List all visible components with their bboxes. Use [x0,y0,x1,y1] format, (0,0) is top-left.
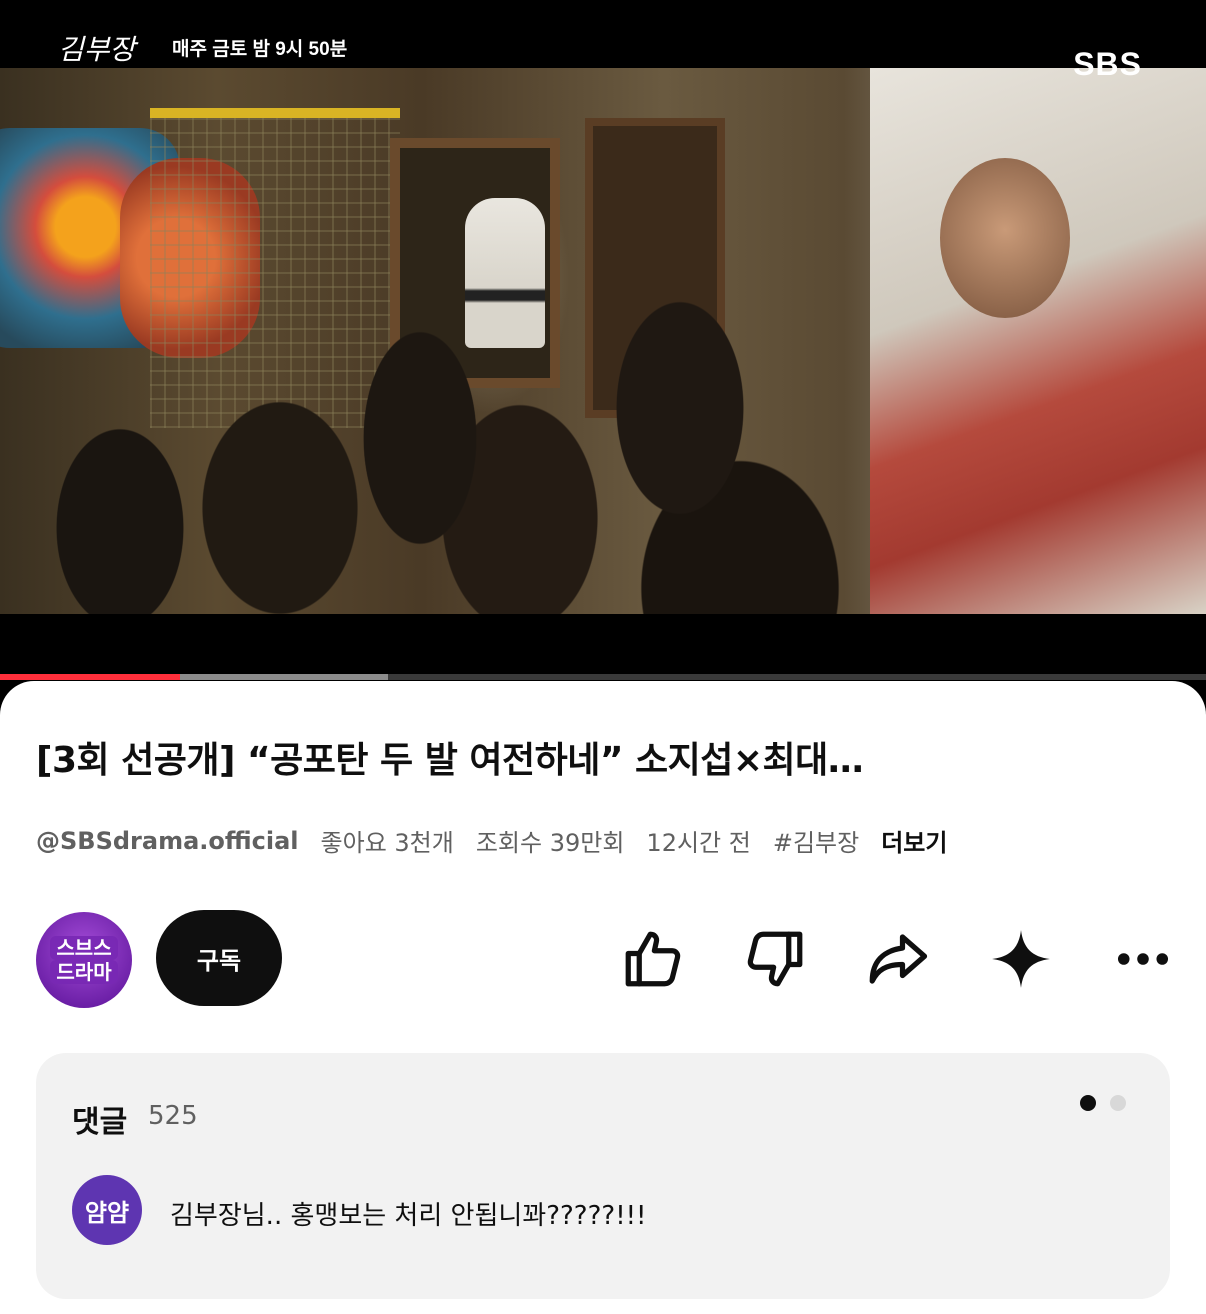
poster-face-shape [940,158,1070,318]
progress-bar[interactable] [0,674,1206,680]
avatar-line: 드라마 [50,960,118,984]
video-frame[interactable] [0,68,1206,614]
like-count: 좋아요 3천개 [320,829,454,857]
more-actions-button[interactable] [1108,924,1178,994]
sparkle-icon [992,930,1050,988]
show-logo: 김부장 [58,33,136,66]
channel-avatar[interactable]: 스브스 드라마 [36,912,132,1008]
share-arrow-icon [869,934,928,984]
video-details-sheet: [3회 선공개] “공포탄 두 발 여전하네” 소지섭×최대… @SBSdram… [0,681,1206,1314]
subscribe-button[interactable]: 구독 [156,910,282,1006]
thumbs-down-icon [747,931,803,987]
comments-count: 525 [148,1101,198,1131]
dislike-button[interactable] [740,924,810,994]
ask-ai-button[interactable] [986,924,1056,994]
more-horizontal-icon [1117,953,1169,965]
video-title[interactable]: [3회 선공개] “공포탄 두 발 여전하네” 소지섭×최대… [36,731,1170,783]
progress-played [0,674,180,680]
view-count: 조회수 39만회 [475,829,625,857]
channel-handle[interactable]: @SBSdrama.official [36,827,299,855]
comments-label: 댓글 [72,1105,128,1140]
thumbs-up-icon [625,931,681,987]
carousel-dot[interactable] [1110,1095,1126,1111]
crowd-shape [0,268,900,614]
share-button[interactable] [862,924,932,994]
video-meta[interactable]: @SBSdrama.official 좋아요 3천개 조회수 39만회 12시간… [36,823,947,858]
more-description-button[interactable]: 더보기 [881,823,947,858]
hashtag-link[interactable]: #김부장 [773,823,859,858]
commenter-avatar[interactable]: 얌얌 [72,1175,142,1245]
top-comment-text: 김부장님.. 홍맹보는 처리 안됩니꽈?????!!! [170,1201,647,1231]
video-player[interactable]: 김부장 매주 금토 밤 9시 50분 SBS [0,0,1206,680]
upload-age: 12시간 전 [646,829,751,857]
carousel-dot-active[interactable] [1080,1095,1096,1111]
wall-poster-shape [870,68,1206,614]
broadcast-schedule: 매주 금토 밤 9시 50분 [172,39,348,60]
broadcaster-logo: SBS [1073,46,1142,82]
like-button[interactable] [618,924,688,994]
comments-card[interactable]: 댓글 525 얌얌 김부장님.. 홍맹보는 처리 안됩니꽈?????!!! [36,1053,1170,1299]
avatar-line: 스브스 [50,936,118,960]
